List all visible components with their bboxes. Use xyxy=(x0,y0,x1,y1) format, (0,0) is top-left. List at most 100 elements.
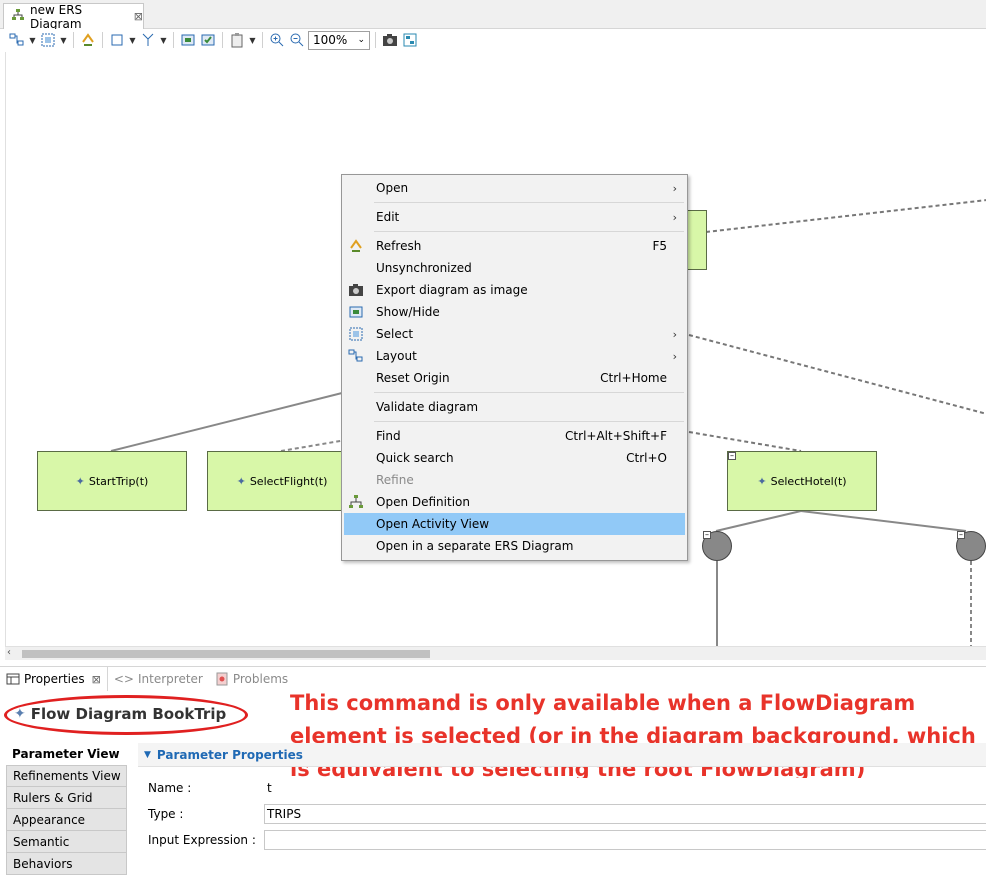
node-select-hotel[interactable]: ✦ SelectHotel(t) xyxy=(727,451,877,511)
hidden-node[interactable] xyxy=(686,210,707,270)
zoom-select[interactable]: 100% ⌄ xyxy=(308,30,370,50)
node-select-flight[interactable]: ✦ SelectFlight(t) xyxy=(207,451,357,511)
zoom-out-icon[interactable] xyxy=(288,31,306,49)
canvas-horizontal-scrollbar[interactable]: ‹ xyxy=(5,646,986,660)
menu-item-refresh[interactable]: Refresh F5 xyxy=(344,235,685,257)
toolbar-separator xyxy=(73,32,74,48)
menu-item-label: Refresh xyxy=(376,239,422,253)
diagram-toolbar: ▼ ▼ ▼ ▼ ▼ 100% ⌄ xyxy=(0,29,986,51)
menu-item-label: Unsynchronized xyxy=(376,261,472,275)
context-menu: Open › Edit › Refresh F5 Unsynchronized … xyxy=(341,174,688,561)
show-hide-icon[interactable] xyxy=(179,31,197,49)
annotation-note: This command is only available when a Fl… xyxy=(290,691,976,781)
editor-tab-bar: new ERS Diagram ⊠ xyxy=(0,0,986,31)
menu-item-reset-origin[interactable]: Reset Origin Ctrl+Home xyxy=(344,367,685,389)
zoom-value: 100% xyxy=(313,33,348,47)
menu-item-unsynchronized[interactable]: Unsynchronized xyxy=(344,257,685,279)
rectangle-icon[interactable] xyxy=(108,31,126,49)
collapse-handle[interactable]: – xyxy=(703,531,711,539)
activity-icon: ✦ xyxy=(236,474,246,488)
type-field-row: Type : TRIPS xyxy=(148,804,986,824)
menu-item-select[interactable]: Select › xyxy=(344,323,685,345)
name-label: Name : xyxy=(148,781,192,795)
tab-properties[interactable]: Properties ⊠ xyxy=(0,667,108,691)
menu-item-refine: Refine xyxy=(344,469,685,491)
refresh-icon xyxy=(348,238,364,254)
menu-item-validate[interactable]: Validate diagram xyxy=(344,396,685,418)
vtab-refinements-view[interactable]: Refinements View xyxy=(6,765,127,787)
node-label: StartTrip(t) xyxy=(88,474,149,488)
properties-panel: Properties ⊠ <> Interpreter Problems ✦ F… xyxy=(0,666,986,878)
input-expression-row: Input Expression : xyxy=(148,830,986,850)
layout-icon[interactable] xyxy=(8,31,26,49)
property-vertical-tabs: Parameter View Refinements View Rulers &… xyxy=(6,743,127,875)
menu-item-label: Export diagram as image xyxy=(376,283,528,297)
diagram-icon xyxy=(348,494,364,510)
tab-label: Properties xyxy=(24,672,85,686)
toolbar-separator xyxy=(102,32,103,48)
menu-item-quick-search[interactable]: Quick search Ctrl+O xyxy=(344,447,685,469)
menu-item-label: Validate diagram xyxy=(376,400,479,414)
menu-item-layout[interactable]: Layout › xyxy=(344,345,685,367)
menu-item-find[interactable]: Find Ctrl+Alt+Shift+F xyxy=(344,425,685,447)
collapse-handle[interactable]: – xyxy=(728,452,736,460)
toolbar-separator xyxy=(262,32,263,48)
show-elements-icon[interactable] xyxy=(199,31,217,49)
menu-item-accelerator: F5 xyxy=(652,239,667,253)
chevron-down-icon[interactable]: ▼ xyxy=(248,36,257,45)
camera-icon[interactable] xyxy=(381,31,399,49)
menu-item-show-hide[interactable]: Show/Hide xyxy=(344,301,685,323)
toolbar-separator xyxy=(222,32,223,48)
menu-item-label: Show/Hide xyxy=(376,305,440,319)
menu-item-open-separate-diagram[interactable]: Open in a separate ERS Diagram xyxy=(344,535,685,557)
vtab-appearance[interactable]: Appearance xyxy=(6,809,127,831)
input-expression-field[interactable] xyxy=(264,830,986,850)
menu-item-open[interactable]: Open › xyxy=(344,177,685,199)
menu-item-export-image[interactable]: Export diagram as image xyxy=(344,279,685,301)
menu-separator xyxy=(374,421,684,422)
menu-separator xyxy=(374,392,684,393)
toolbar-separator xyxy=(375,32,376,48)
submenu-arrow-icon: › xyxy=(672,181,677,195)
zoom-in-icon[interactable] xyxy=(268,31,286,49)
parameter-properties-section[interactable]: ▼ Parameter Properties xyxy=(138,743,986,767)
name-field[interactable]: t xyxy=(264,778,986,798)
scroll-left-icon[interactable]: ‹ xyxy=(7,647,11,658)
branch-icon[interactable] xyxy=(139,31,157,49)
close-icon[interactable]: ⊠ xyxy=(92,673,101,686)
editor-tab[interactable]: new ERS Diagram ⊠ xyxy=(3,3,144,31)
node-start-trip[interactable]: ✦ StartTrip(t) xyxy=(37,451,187,511)
tab-interpreter[interactable]: <> Interpreter xyxy=(108,667,209,691)
close-icon[interactable]: ⊠ xyxy=(134,10,143,23)
chevron-down-icon[interactable]: ▼ xyxy=(28,36,37,45)
tab-problems[interactable]: Problems xyxy=(209,667,294,691)
refresh-icon[interactable] xyxy=(79,31,97,49)
vtab-rulers-grid[interactable]: Rulers & Grid xyxy=(6,787,127,809)
menu-item-label: Quick search xyxy=(376,451,454,465)
diagram-outline-icon[interactable] xyxy=(401,31,419,49)
menu-item-accelerator: Ctrl+Home xyxy=(600,371,667,385)
problems-icon xyxy=(216,672,228,686)
name-field-row: Name : t xyxy=(148,778,986,798)
menu-item-open-definition[interactable]: Open Definition xyxy=(344,491,685,513)
scrollbar-thumb[interactable] xyxy=(22,650,430,658)
diagram-icon xyxy=(11,8,25,25)
menu-item-open-activity-view[interactable]: Open Activity View xyxy=(344,513,685,535)
menu-item-edit[interactable]: Edit › xyxy=(344,206,685,228)
type-field[interactable]: TRIPS xyxy=(264,804,986,824)
menu-item-label: Select xyxy=(376,327,414,341)
vtab-behaviors[interactable]: Behaviors xyxy=(6,853,127,875)
layout-icon xyxy=(348,348,364,364)
menu-item-label: Refine xyxy=(376,473,414,487)
camera-icon xyxy=(348,282,364,298)
chevron-down-icon[interactable]: ▼ xyxy=(128,36,137,45)
vtab-semantic[interactable]: Semantic xyxy=(6,831,127,853)
select-icon[interactable] xyxy=(39,31,57,49)
clipboard-icon[interactable] xyxy=(228,31,246,49)
vtab-parameter-view[interactable]: Parameter View xyxy=(6,743,127,765)
chevron-down-icon[interactable]: ▼ xyxy=(59,36,68,45)
collapse-handle[interactable]: – xyxy=(957,531,965,539)
activity-icon: ✦ xyxy=(75,474,85,488)
select-icon xyxy=(348,326,364,342)
chevron-down-icon[interactable]: ▼ xyxy=(159,36,168,45)
